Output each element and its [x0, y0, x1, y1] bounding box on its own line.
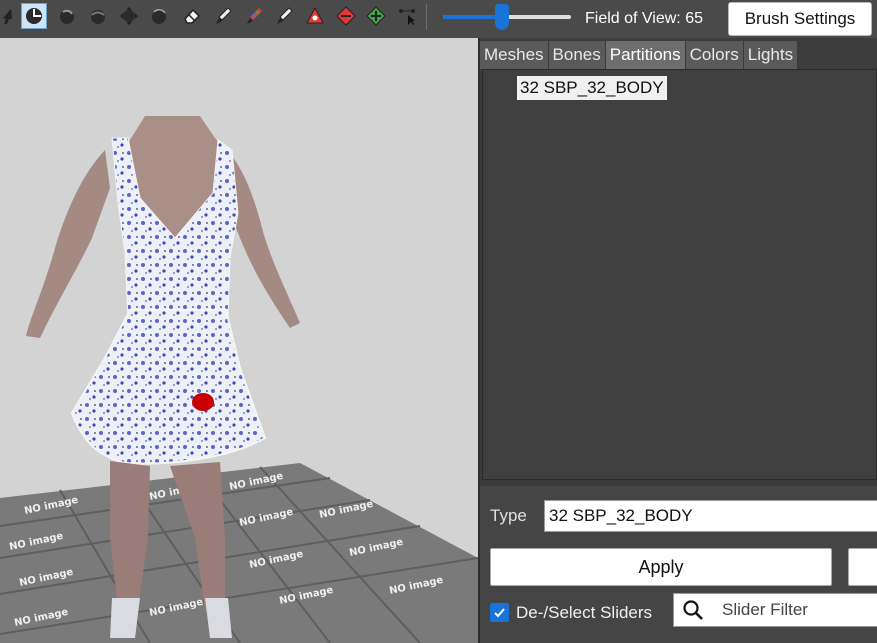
fov-label: Field of View: 65 [585, 10, 703, 27]
partition-tree[interactable]: 32 SBP_32_BODY [482, 69, 877, 480]
tab-lights[interactable]: Lights [743, 41, 799, 69]
move-vertex-icon[interactable] [394, 3, 420, 29]
alpha-brush-icon[interactable] [271, 3, 297, 29]
rotate-icon[interactable] [54, 3, 80, 29]
eraser-icon[interactable] [179, 3, 205, 29]
scene-render: NO image NO image NO image NO image NO i… [0, 116, 478, 643]
vertex-flip-icon[interactable] [363, 3, 389, 29]
weight-brush-icon[interactable] [210, 3, 236, 29]
fov-slider-thumb[interactable] [494, 4, 509, 30]
apply-button[interactable]: Apply [490, 548, 832, 586]
type-label: Type [490, 506, 527, 525]
tab-colors[interactable]: Colors [685, 41, 744, 69]
search-icon [683, 600, 703, 620]
tab-partitions[interactable]: Partitions [605, 41, 686, 69]
move-icon[interactable] [116, 3, 142, 29]
partition-editor: Type 32 SBP_32_BODY Apply De-/Select Sli… [480, 486, 877, 643]
select-sliders-checkbox[interactable] [490, 603, 509, 622]
checkmark-icon [494, 608, 505, 618]
tab-bones[interactable]: Bones [548, 41, 606, 69]
right-panel: Meshes Bones Partitions Colors Lights 32… [480, 38, 877, 643]
smooth-icon[interactable] [85, 3, 111, 29]
slider-filter[interactable] [673, 593, 877, 627]
transform-icon[interactable] [21, 3, 47, 29]
toolbar-separator [426, 4, 427, 30]
vertex-collapse-icon[interactable] [333, 3, 359, 29]
3d-viewport[interactable]: NO image NO image NO image NO image NO i… [0, 38, 478, 643]
select-icon[interactable] [0, 3, 20, 29]
toolbar: Field of View: 65 Brush Settings [0, 0, 877, 38]
tab-bar: Meshes Bones Partitions Colors Lights [480, 41, 799, 69]
brush-settings-button[interactable]: Brush Settings [728, 2, 872, 36]
color-brush-icon[interactable] [241, 3, 267, 29]
fov-slider-fill [443, 15, 502, 19]
floor-grid: NO image NO image NO image NO image NO i… [0, 463, 478, 643]
partition-item[interactable]: 32 SBP_32_BODY [517, 76, 667, 100]
pivot-icon[interactable] [302, 3, 328, 29]
fov-slider[interactable] [443, 4, 571, 30]
inflate-icon[interactable] [146, 3, 172, 29]
type-combobox[interactable]: 32 SBP_32_BODY [544, 500, 877, 532]
select-sliders-label: De-/Select Sliders [516, 603, 653, 622]
secondary-button[interactable] [848, 548, 877, 586]
slider-filter-input[interactable] [722, 594, 872, 626]
tab-meshes[interactable]: Meshes [480, 41, 549, 69]
